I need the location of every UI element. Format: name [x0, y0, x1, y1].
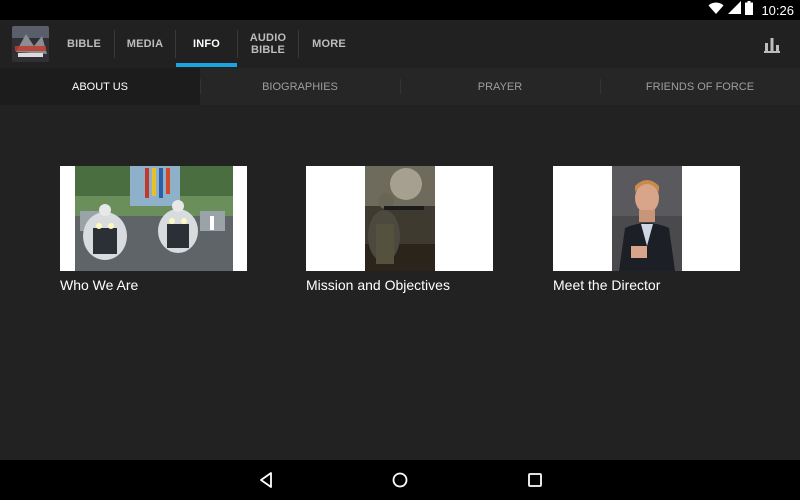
soldier-with-rifle-photo — [306, 166, 493, 271]
tab-media[interactable]: MEDIA — [115, 20, 175, 68]
active-tab-indicator — [176, 63, 237, 67]
sub-tab-prayer[interactable]: PRAYER — [400, 68, 600, 105]
sub-tab-biographies[interactable]: BIOGRAPHIES — [200, 68, 400, 105]
tab-audio-bible[interactable]: AUDIO BIBLE — [238, 20, 298, 68]
sub-tab-about-us[interactable]: ABOUT US — [0, 68, 200, 105]
status-bar: 10:26 — [0, 0, 800, 20]
card-caption: Meet the Director — [553, 277, 661, 293]
motorcycle-parade-photo — [60, 166, 247, 271]
sub-tab-bar: ABOUT US BIOGRAPHIES PRAYER FRIENDS OF F… — [0, 68, 800, 105]
director-portrait-photo — [553, 166, 740, 271]
battery-icon — [745, 0, 754, 20]
home-icon[interactable] — [388, 468, 412, 492]
card-mission-and-objectives[interactable]: Mission and Objectives — [306, 166, 493, 293]
status-time: 10:26 — [761, 2, 794, 18]
app-logo[interactable] — [12, 26, 49, 62]
content-area: Who We Are Mission and Objectives Meet t… — [0, 105, 800, 460]
sub-tab-friends-of-force[interactable]: FRIENDS OF FORCE — [600, 68, 800, 105]
card-who-we-are[interactable]: Who We Are — [60, 166, 247, 293]
app-bar: BIBLE MEDIA INFO AUDIO BIBLE MORE — [0, 20, 800, 68]
recents-icon[interactable] — [523, 468, 547, 492]
bar-chart-icon[interactable] — [762, 34, 782, 54]
card-caption: Mission and Objectives — [306, 277, 450, 293]
tab-info[interactable]: INFO — [176, 20, 237, 68]
card-meet-the-director[interactable]: Meet the Director — [553, 166, 740, 293]
tab-bible[interactable]: BIBLE — [54, 20, 114, 68]
card-caption: Who We Are — [60, 277, 139, 293]
system-nav-bar — [0, 460, 800, 500]
tab-more[interactable]: MORE — [299, 20, 359, 68]
status-icons: 10:26 — [708, 0, 794, 20]
wifi-icon — [708, 1, 724, 20]
cellular-signal-icon — [728, 1, 742, 19]
back-icon[interactable] — [254, 468, 278, 492]
